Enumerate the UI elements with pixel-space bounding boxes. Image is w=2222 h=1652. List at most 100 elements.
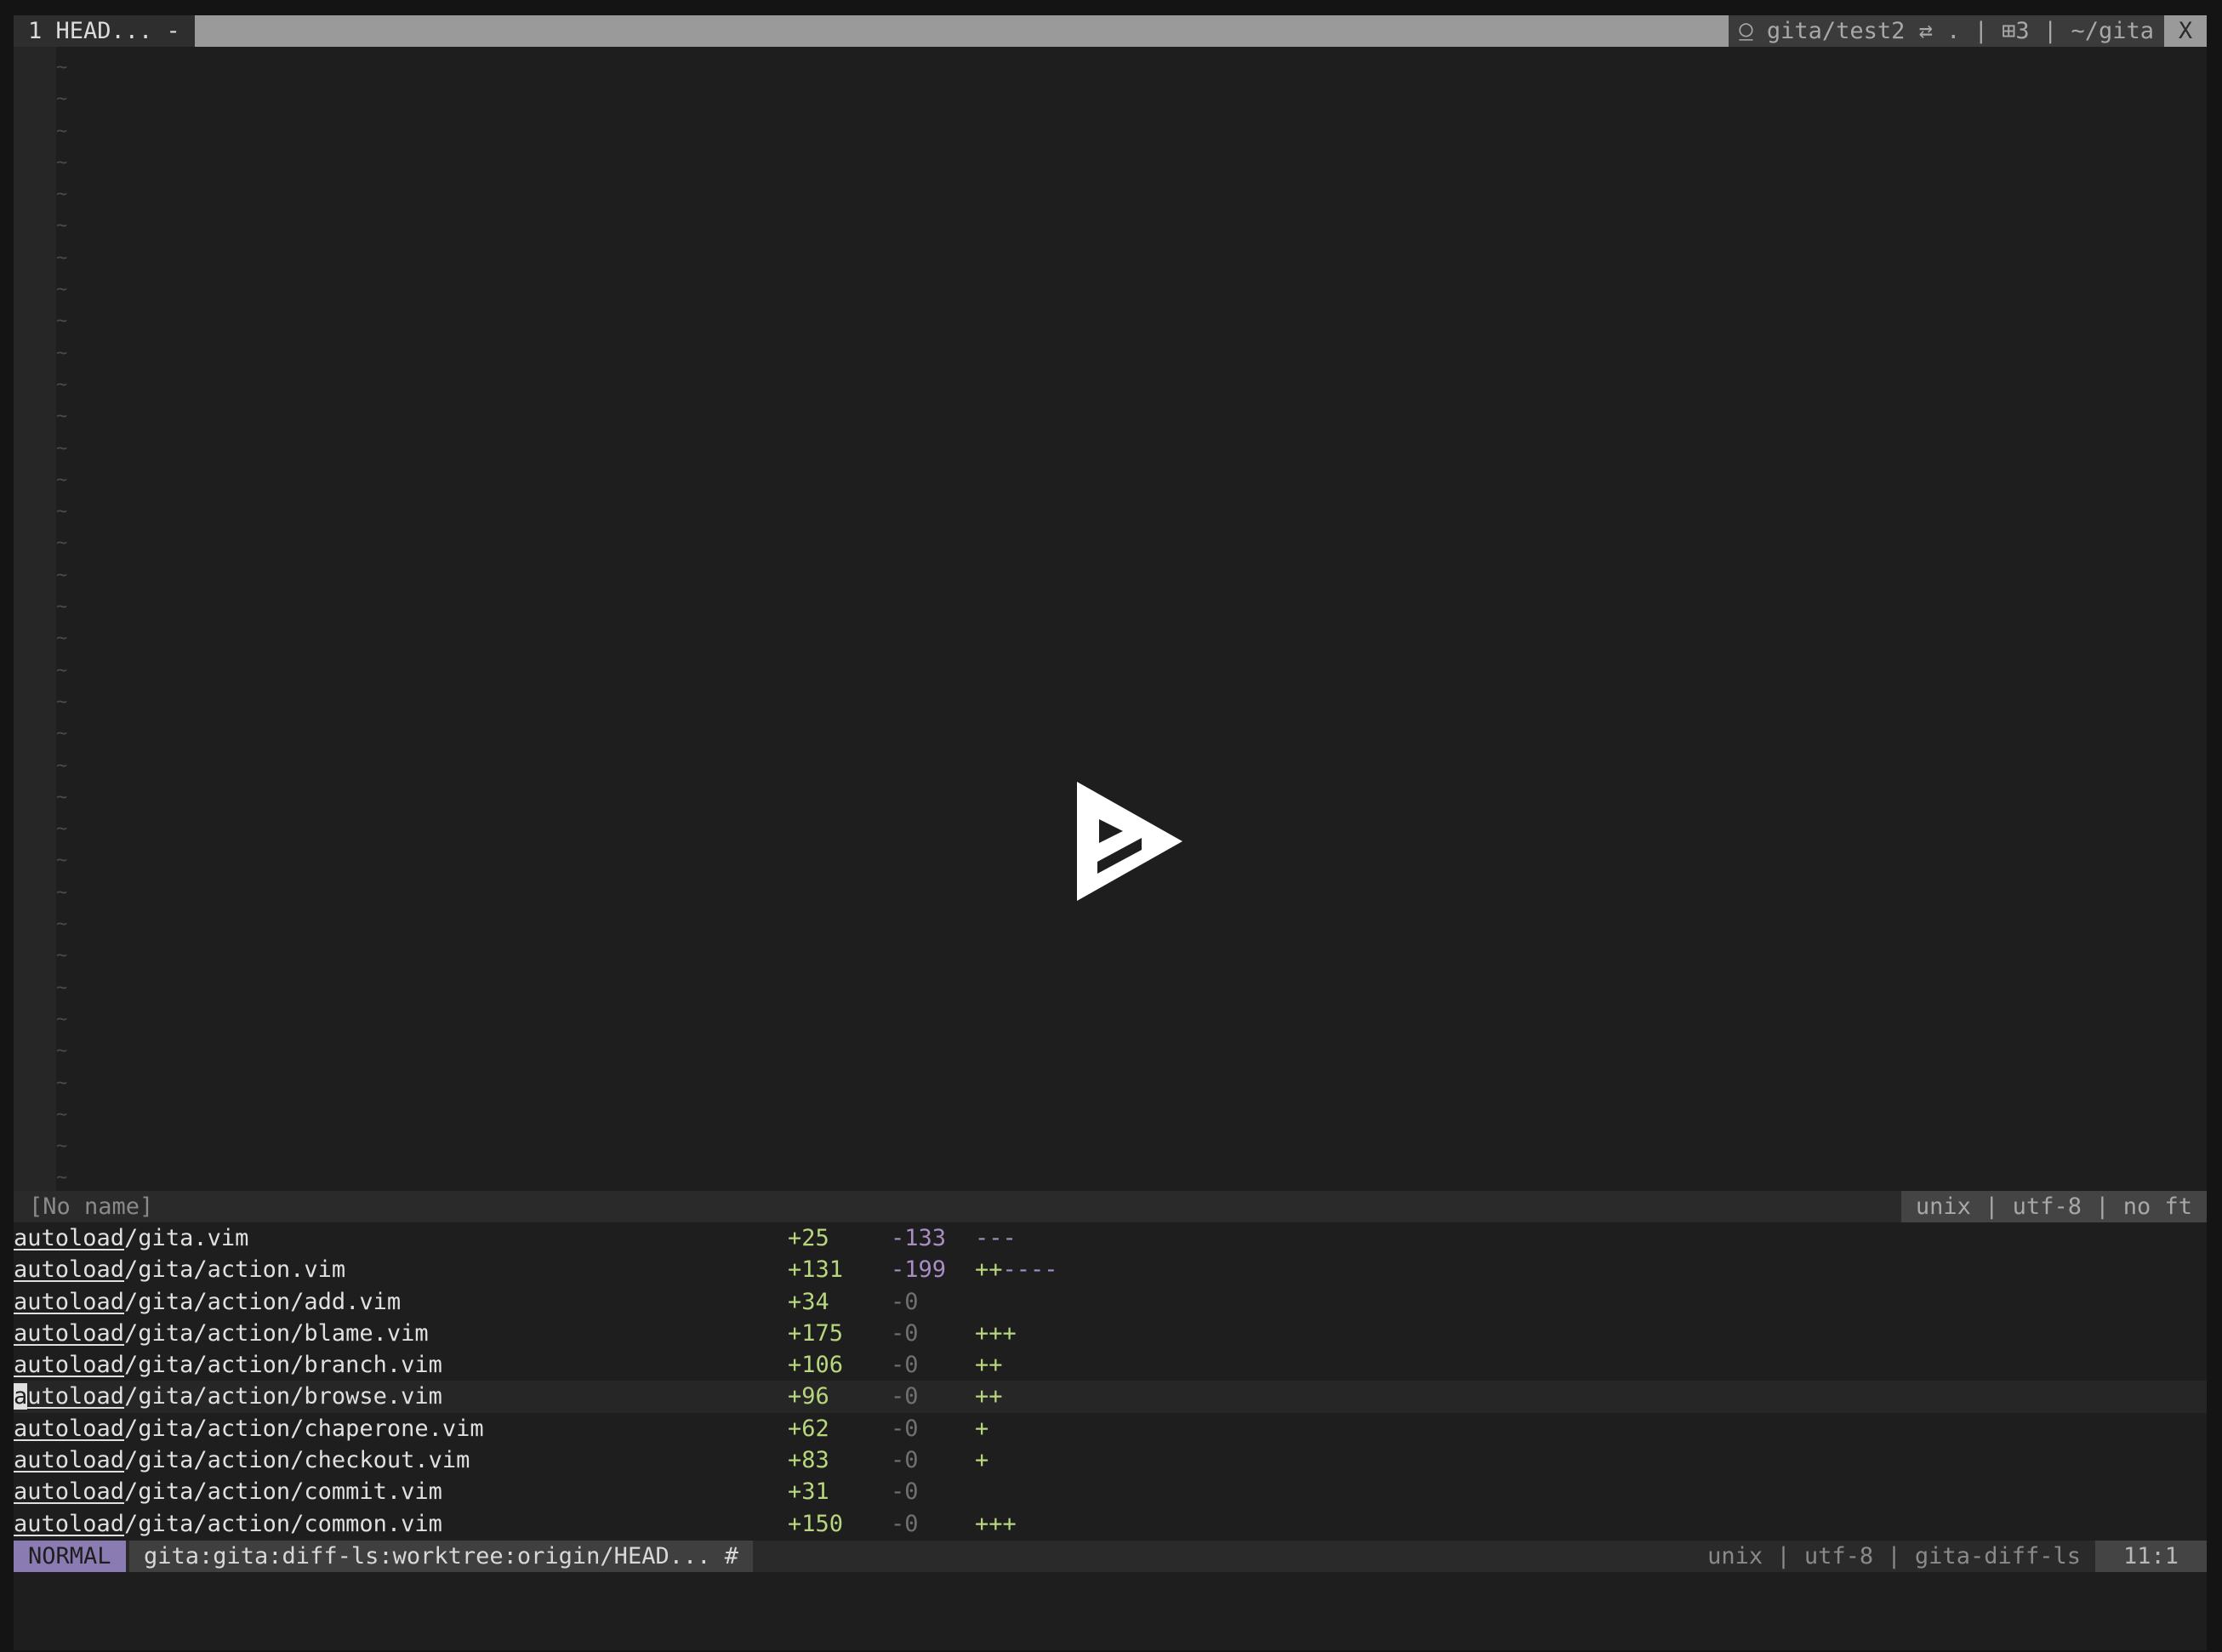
- empty-line-tilde: ~: [56, 659, 68, 681]
- empty-line-tilde: ~: [56, 755, 68, 777]
- diff-file-dir: autoload: [14, 1225, 125, 1251]
- diff-file-dir: autoload: [14, 1478, 125, 1506]
- diff-row[interactable]: autoload/gita/action/branch.vim +106 -0 ++: [14, 1349, 2207, 1381]
- empty-line-tilde: ~: [56, 564, 68, 586]
- empty-line-tilde: ~: [56, 1103, 68, 1125]
- empty-line-tilde: ~: [56, 533, 68, 555]
- diff-file-rest: /gita.vim: [124, 1225, 249, 1251]
- empty-line-tilde: ~: [56, 977, 68, 999]
- diff-row[interactable]: autoload/gita/action/common.vim +150 -0 +++: [14, 1508, 2207, 1540]
- diff-file-rest: /gita/action.vim: [124, 1256, 346, 1284]
- diff-added-count: +83: [788, 1447, 829, 1474]
- diff-row[interactable]: autoload/gita/action/blame.vim +175 -0 +++: [14, 1318, 2207, 1349]
- diff-removed-count: -0: [891, 1447, 919, 1474]
- diff-file-rest: /gita/action/add.vim: [124, 1288, 402, 1315]
- diff-stat-bar: ++: [975, 1349, 1003, 1381]
- diff-row[interactable]: autoload/gita/action/add.vim +34 -0: [14, 1286, 2207, 1318]
- diff-removed-count: -0: [891, 1288, 919, 1315]
- diff-file-dir: autoload: [14, 1288, 125, 1315]
- upper-buffer-name: [No name]: [29, 1193, 154, 1220]
- diff-file-path: autoload/gita.vim: [14, 1222, 248, 1254]
- empty-line-tilde: ~: [56, 881, 68, 903]
- diff-stat-bar: ---: [975, 1222, 1017, 1254]
- diff-file-path: autoload/gita/action/add.vim: [14, 1286, 401, 1318]
- diff-stat-plus: ++: [975, 1352, 1003, 1379]
- diff-added-count: +150: [788, 1510, 844, 1537]
- empty-line-markers: ~ ~ ~ ~ ~ ~ ~ ~ ~ ~ ~ ~ ~ ~ ~ ~ ~ ~ ~ ~ ~ ~ ~ ~ ~ ~ ~ ~ ~ ~ ~ ~ ~ ~ ~ ~: [56, 52, 82, 1194]
- diff-added-count: +131: [788, 1256, 844, 1284]
- empty-line-tilde: ~: [56, 1136, 68, 1158]
- empty-line-tilde: ~: [56, 151, 68, 174]
- diff-file-path: autoload/gita/action/browse.vim: [14, 1381, 442, 1412]
- diff-row[interactable]: autoload/gita/action/chaperone.vim +62 -0 +: [14, 1413, 2207, 1444]
- diff-stat-plus: ++: [975, 1256, 1003, 1284]
- empty-line-tilde: ~: [56, 247, 68, 269]
- diff-row[interactable]: autoload/gita/action/checkout.vim +83 -0 +: [14, 1444, 2207, 1476]
- diff-file-dir: autoload: [14, 1319, 125, 1347]
- diff-file-path: autoload/gita/action.vim: [14, 1254, 345, 1285]
- play-triangle-icon[interactable]: [1077, 782, 1182, 901]
- empty-line-tilde: ~: [56, 501, 68, 523]
- diff-file-dir: autoload: [14, 1383, 125, 1410]
- diff-added-count: +25: [788, 1225, 829, 1251]
- diff-file-rest: /gita/action/blame.vim: [124, 1319, 429, 1347]
- terminal-screen: 1 HEAD... - ⍜ gita/test2 ⇄ . | ⊞3 | ~/gi…: [14, 15, 2207, 1650]
- diff-removed-count: -0: [891, 1383, 919, 1410]
- diff-file-rest: /gita/action/chaperone.vim: [124, 1415, 484, 1442]
- diff-removed-count: -0: [891, 1352, 919, 1379]
- empty-line-tilde: ~: [56, 1167, 68, 1189]
- sign-column: [14, 47, 56, 1206]
- diff-row[interactable]: autoload/gita/action/browse.vim +96 -0 ++: [14, 1381, 2207, 1413]
- lower-buffer-name: gita:gita:diff-ls:worktree:origin/HEAD..…: [129, 1541, 753, 1572]
- empty-line-tilde: ~: [56, 691, 68, 713]
- upper-status-line: [No name] unix | utf-8 | no ft: [14, 1191, 2207, 1222]
- diff-stat-bar: ++----: [975, 1254, 1058, 1285]
- diff-stat-bar: +: [975, 1444, 989, 1476]
- diff-file-path: autoload/gita/action/blame.vim: [14, 1318, 429, 1349]
- diff-added-count: +175: [788, 1319, 844, 1347]
- tab-close-button[interactable]: X: [2164, 15, 2207, 47]
- diff-file-dir: autoload: [14, 1415, 125, 1442]
- diff-removed-count: -0: [891, 1319, 919, 1347]
- diff-file-rest: /gita/action/checkout.vim: [124, 1447, 470, 1474]
- diff-row[interactable]: autoload/gita/action/commit.vim +31 -0: [14, 1476, 2207, 1507]
- empty-line-tilde: ~: [56, 373, 68, 396]
- empty-line-tilde: ~: [56, 1008, 68, 1030]
- diff-file-path: autoload/gita/action/commit.vim: [14, 1476, 442, 1507]
- upper-editor-window[interactable]: ~ ~ ~ ~ ~ ~ ~ ~ ~ ~ ~ ~ ~ ~ ~ ~ ~ ~ ~ ~ ~ ~ ~ ~ ~ ~ ~ ~ ~ ~ ~ ~ ~ ~ ~ ~: [14, 47, 2207, 1206]
- empty-line-tilde: ~: [56, 215, 68, 237]
- diff-stat-bar: ++: [975, 1381, 1003, 1412]
- diff-file-dir: autoload: [14, 1510, 125, 1537]
- empty-line-tilde: ~: [56, 723, 68, 745]
- empty-line-tilde: ~: [56, 945, 68, 967]
- text-cursor: a: [14, 1383, 28, 1410]
- upper-file-info: unix | utf-8 | no ft: [1900, 1191, 2207, 1222]
- empty-line-tilde: ~: [56, 184, 68, 206]
- diff-removed-count: -0: [891, 1478, 919, 1506]
- diff-row[interactable]: autoload/gita.vim +25 -133 ---: [14, 1222, 2207, 1254]
- tab-current[interactable]: 1 HEAD... -: [14, 15, 195, 47]
- diff-stat-bar: +++: [975, 1318, 1017, 1349]
- diff-file-rest: /gita/action/branch.vim: [124, 1352, 442, 1379]
- diff-stat-bar: +++: [975, 1508, 1017, 1540]
- diff-file-dir: autoload: [14, 1256, 125, 1284]
- diff-file-rest: /gita/action/commit.vim: [124, 1478, 442, 1506]
- diff-file-path: autoload/gita/action/branch.vim: [14, 1349, 442, 1381]
- diff-file-path: autoload/gita/action/chaperone.vim: [14, 1413, 484, 1444]
- diff-stat-minus: ----: [1002, 1256, 1058, 1284]
- diff-added-count: +106: [788, 1352, 844, 1379]
- empty-line-tilde: ~: [56, 406, 68, 428]
- empty-line-tilde: ~: [56, 850, 68, 872]
- empty-line-tilde: ~: [56, 310, 68, 333]
- empty-line-tilde: ~: [56, 279, 68, 301]
- diff-ls-list[interactable]: autoload/gita.vim +25 -133 --- autoload/gita…: [14, 1222, 2207, 1540]
- mode-indicator: NORMAL: [14, 1541, 126, 1572]
- diff-removed-count: -0: [891, 1415, 919, 1442]
- diff-file-rest: /gita/action/browse.vim: [124, 1383, 442, 1410]
- cursor-position: 11:1: [2095, 1541, 2207, 1572]
- empty-line-tilde: ~: [56, 914, 68, 936]
- command-line[interactable]: [14, 1572, 2207, 1650]
- diff-added-count: +62: [788, 1415, 829, 1442]
- diff-file-dir: autoload: [14, 1352, 125, 1379]
- diff-row[interactable]: autoload/gita/action.vim +131 -199 ++----: [14, 1254, 2207, 1285]
